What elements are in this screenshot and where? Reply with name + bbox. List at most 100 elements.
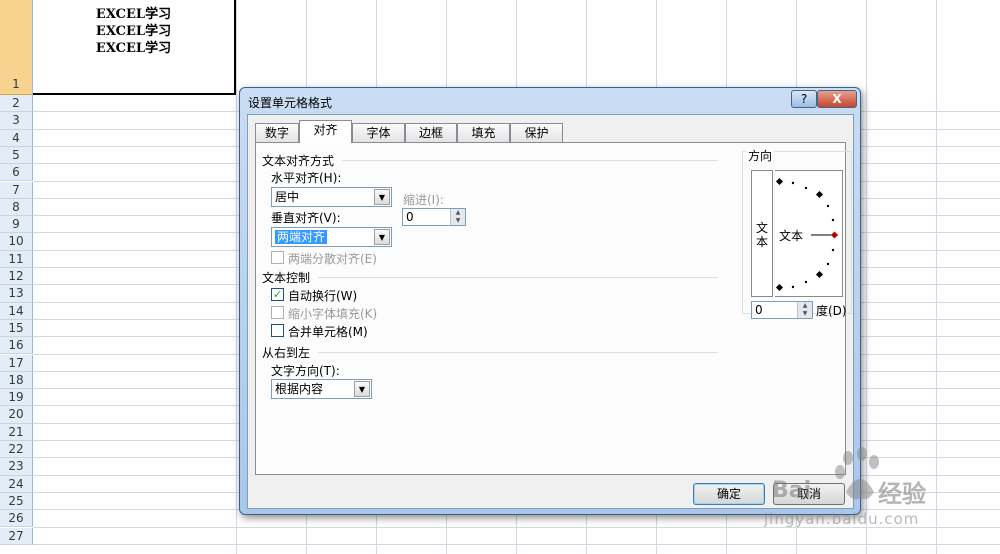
tab-border[interactable]: 边框: [405, 123, 457, 142]
orientation-group-label: 方向: [746, 147, 775, 164]
cancel-button[interactable]: 取消: [773, 483, 845, 505]
wrap-text-checkbox[interactable]: ✓: [271, 288, 284, 301]
dial-dot: [791, 285, 795, 289]
row-header[interactable]: 5: [0, 146, 33, 165]
horizontal-align-label: 水平对齐(H):: [271, 171, 342, 185]
dial-marker-minus45: [815, 270, 824, 279]
chevron-down-icon[interactable]: ▼: [354, 381, 370, 397]
row-header[interactable]: 9: [0, 216, 33, 234]
dial-dot: [831, 248, 835, 252]
dial-marker-90: [775, 177, 784, 186]
cell-a1-line: EXCEL学习: [95, 24, 172, 39]
group-separator: [342, 160, 718, 161]
dial-marker-45: [815, 190, 824, 199]
chevron-down-icon[interactable]: ▼: [374, 229, 390, 245]
row-header[interactable]: 1: [0, 0, 33, 95]
help-button[interactable]: ?: [791, 90, 817, 108]
indent-label: 缩进(I):: [403, 193, 444, 207]
vertical-text-toggle[interactable]: 文本: [751, 170, 773, 297]
tab-alignment[interactable]: 对齐: [299, 120, 352, 143]
row-header[interactable]: 10: [0, 233, 33, 251]
close-button[interactable]: X: [817, 90, 857, 108]
cell-a1[interactable]: EXCEL学习 EXCEL学习 EXCEL学习: [33, 0, 236, 95]
dial-dot: [826, 204, 830, 208]
group-separator: [318, 277, 718, 278]
row-header[interactable]: 27: [0, 527, 33, 545]
dial-marker-0[interactable]: [830, 231, 839, 239]
vertical-align-select[interactable]: 两端对齐 ▼: [271, 227, 392, 247]
horizontal-align-select[interactable]: 居中 ▼: [271, 187, 392, 207]
row-header[interactable]: 21: [0, 423, 33, 441]
row-header[interactable]: 24: [0, 475, 33, 493]
merge-cells-checkbox[interactable]: [271, 324, 284, 337]
vertical-align-value: 两端对齐: [275, 230, 328, 244]
orientation-dial[interactable]: 文本: [775, 170, 843, 297]
right-to-left-group-label: 从右到左: [262, 346, 311, 360]
tab-protection[interactable]: 保护: [510, 123, 563, 142]
chevron-down-icon[interactable]: ▼: [374, 189, 390, 205]
wrap-text-label: 自动换行(W): [288, 289, 358, 303]
spin-down-icon[interactable]: ▼: [797, 310, 812, 318]
column-grid-line: [866, 0, 867, 554]
orientation-group: 方向 文本 文本 0 ▲ ▼ 度(D): [742, 147, 852, 319]
column-grid-line: [236, 0, 237, 554]
row-header[interactable]: 12: [0, 268, 33, 286]
row-header[interactable]: 16: [0, 337, 33, 355]
dial-dot: [804, 280, 808, 284]
row-header[interactable]: 23: [0, 458, 33, 476]
justify-distributed-checkbox[interactable]: [271, 251, 284, 264]
row-header[interactable]: 20: [0, 406, 33, 424]
row-header[interactable]: 25: [0, 492, 33, 511]
row-header[interactable]: 18: [0, 371, 33, 390]
dial-dot: [831, 218, 835, 222]
row-header[interactable]: 22: [0, 441, 33, 459]
row-header[interactable]: 15: [0, 319, 33, 338]
indent-spinner[interactable]: 0 ▲ ▼: [402, 208, 466, 226]
degrees-spinner[interactable]: 0 ▲ ▼: [751, 301, 813, 319]
cell-a1-line: EXCEL学习: [95, 41, 172, 56]
dialog-title: 设置单元格格式: [248, 96, 333, 110]
degrees-label: 度(D): [816, 304, 847, 318]
dial-marker-minus90: [775, 283, 784, 292]
justify-distributed-label: 两端分散对齐(E): [288, 252, 377, 266]
vertical-text-label: 文本: [756, 221, 769, 249]
dial-text: 文本: [779, 229, 804, 243]
row-header[interactable]: 26: [0, 510, 33, 528]
spin-down-icon[interactable]: ▼: [450, 217, 465, 225]
dial-dot: [826, 262, 830, 266]
degrees-value: 0: [755, 303, 763, 317]
row-header[interactable]: 13: [0, 285, 33, 303]
shrink-to-fit-checkbox[interactable]: [271, 306, 284, 319]
spin-up-icon[interactable]: ▲: [450, 209, 465, 217]
row-header[interactable]: 14: [0, 302, 33, 320]
group-separator: [318, 352, 718, 353]
merge-cells-label: 合并单元格(M): [288, 325, 368, 339]
row-header[interactable]: 8: [0, 198, 33, 217]
horizontal-align-value: 居中: [275, 190, 300, 204]
row-header[interactable]: 6: [0, 164, 33, 182]
row-header[interactable]: 17: [0, 354, 33, 372]
text-direction-label: 文字方向(T):: [271, 364, 340, 378]
ok-button[interactable]: 确定: [693, 483, 765, 505]
text-direction-value: 根据内容: [275, 382, 324, 396]
column-grid-line: [936, 0, 937, 554]
text-alignment-group-label: 文本对齐方式: [262, 154, 335, 168]
dialog-client: 数字 对齐 字体 边框 填充 保护 文本对齐方式 水平对齐(H): 居中 ▼ 缩…: [247, 114, 854, 509]
row-header[interactable]: 11: [0, 250, 33, 268]
row-header[interactable]: 7: [0, 181, 33, 199]
row-header[interactable]: 2: [0, 95, 33, 113]
dial-dot: [791, 181, 795, 185]
tab-fill[interactable]: 填充: [457, 123, 510, 142]
row-header[interactable]: 19: [0, 389, 33, 407]
tab-font[interactable]: 字体: [352, 123, 405, 142]
vertical-align-label: 垂直对齐(V):: [271, 211, 341, 225]
tab-number[interactable]: 数字: [255, 123, 299, 142]
shrink-to-fit-label: 缩小字体填充(K): [288, 307, 378, 321]
row-header[interactable]: 4: [0, 129, 33, 147]
spin-up-icon[interactable]: ▲: [797, 302, 812, 310]
dial-dot: [804, 186, 808, 190]
alignment-pane: 文本对齐方式 水平对齐(H): 居中 ▼ 缩进(I): 0 ▲ ▼ 垂直对齐(V…: [255, 142, 852, 475]
row-header[interactable]: 3: [0, 112, 33, 130]
format-cells-dialog: 设置单元格格式 ? X 数字 对齐 字体 边框 填充 保护 文本对齐方式 水平对…: [239, 87, 861, 515]
text-direction-select[interactable]: 根据内容 ▼: [271, 379, 372, 399]
